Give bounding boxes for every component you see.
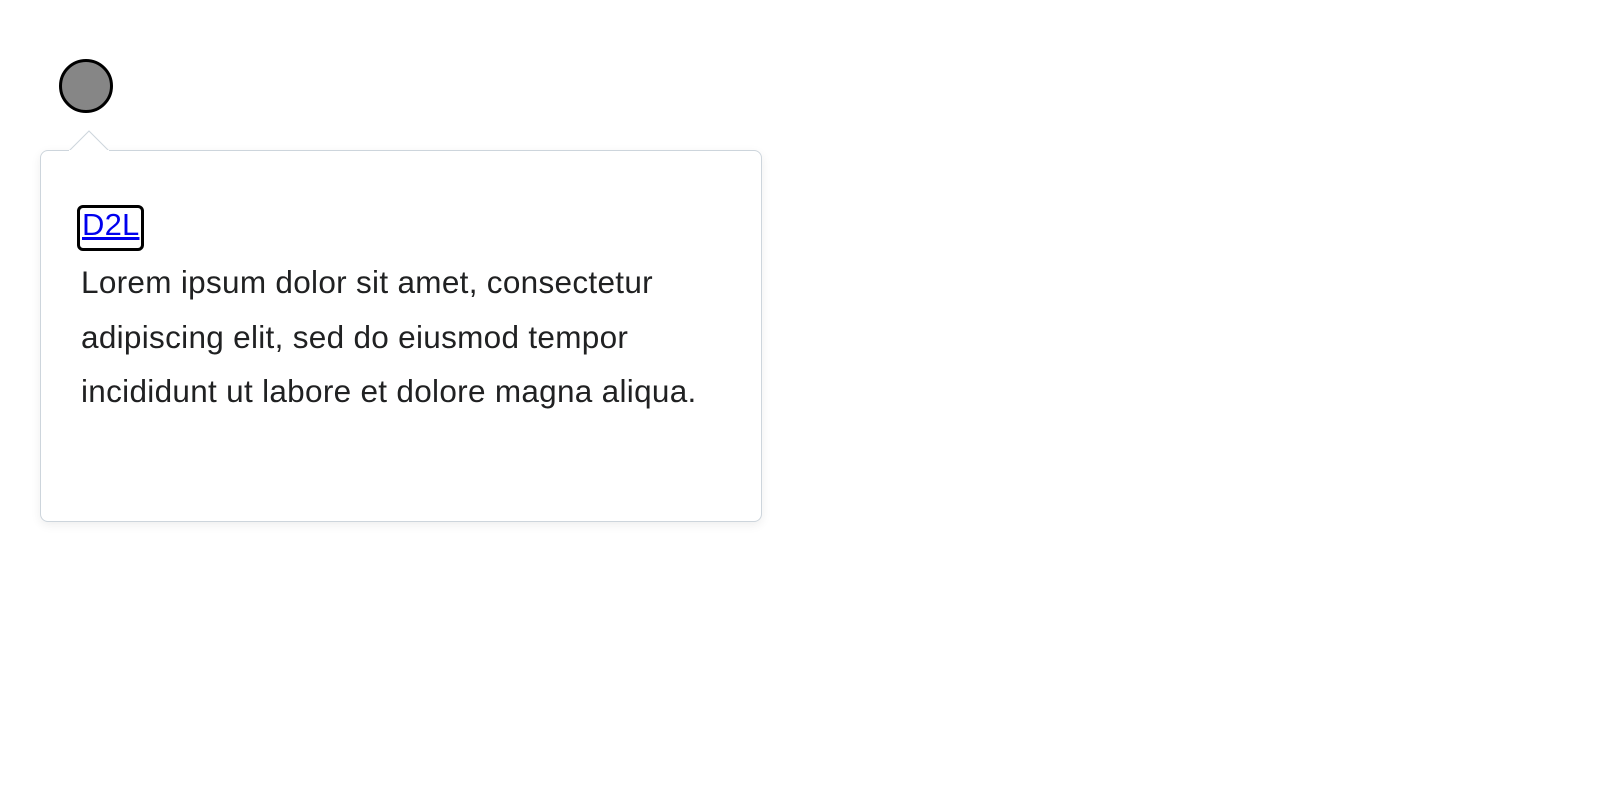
dropdown-content: D2L Lorem ipsum dolor sit amet, consecte…	[40, 150, 762, 522]
dropdown-body-text: Lorem ipsum dolor sit amet, consectetur …	[81, 264, 697, 409]
d2l-link[interactable]: D2L	[82, 207, 139, 242]
dropdown-opener-button[interactable]	[59, 59, 113, 113]
link-focus-ring: D2L	[77, 205, 145, 251]
dropdown-content-body: D2L Lorem ipsum dolor sit amet, consecte…	[77, 205, 721, 419]
